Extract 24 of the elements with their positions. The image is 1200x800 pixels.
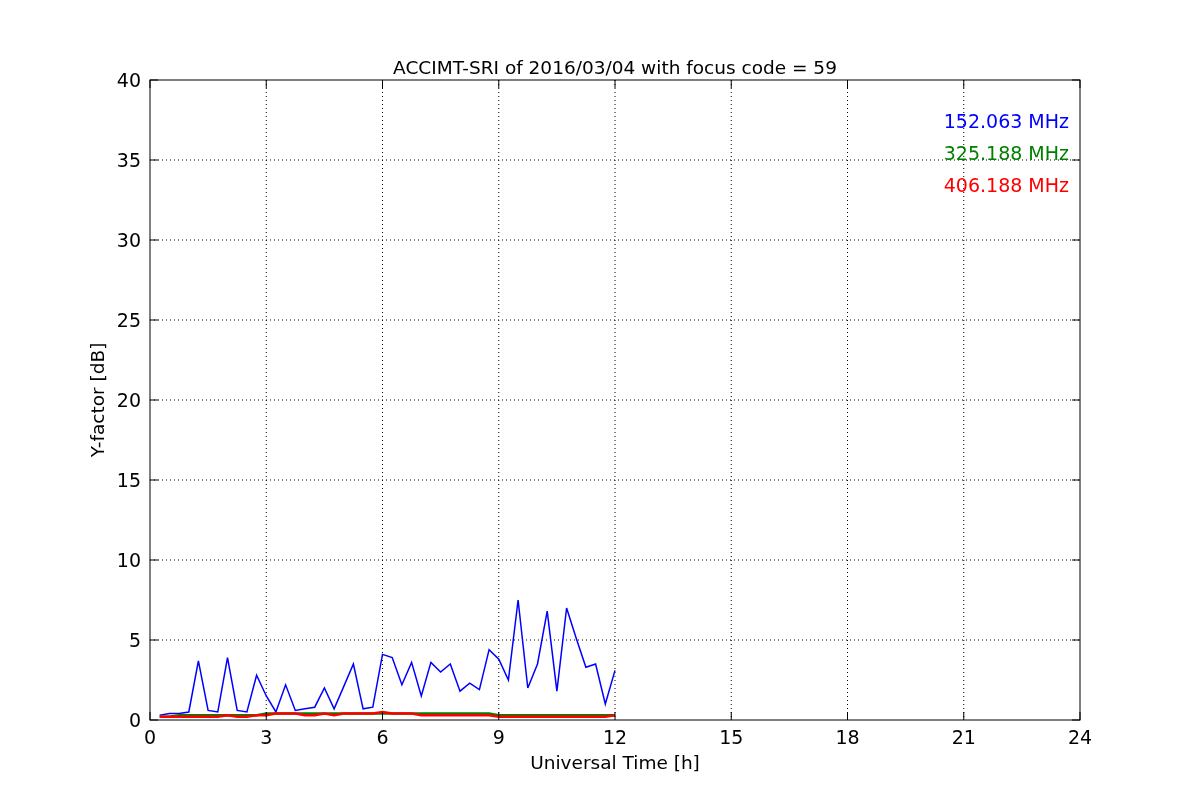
- y-tick-label: 0: [128, 709, 141, 731]
- y-tick-label: 35: [116, 149, 141, 171]
- x-tick-label: 24: [1067, 726, 1093, 748]
- x-tick-label: 21: [951, 726, 976, 748]
- legend-label: 406.188 MHz: [943, 174, 1069, 196]
- legend-label: 325.188 MHz: [943, 142, 1069, 164]
- y-tick-label: 10: [116, 549, 141, 571]
- y-tick-label: 20: [116, 389, 141, 411]
- x-tick-label: 18: [835, 726, 860, 748]
- x-tick-label: 0: [143, 726, 157, 748]
- y-axis-label: Y-factor [dB]: [87, 342, 108, 458]
- y-tick-label: 25: [116, 309, 141, 331]
- legend-label: 152.063 MHz: [943, 110, 1069, 132]
- y-tick-label: 30: [116, 229, 141, 251]
- x-axis-label: Universal Time [h]: [530, 752, 700, 773]
- x-tick-label: 3: [260, 726, 273, 748]
- y-tick-label: 15: [116, 469, 141, 491]
- x-tick-label: 6: [376, 726, 389, 748]
- x-tick-label: 9: [492, 726, 505, 748]
- x-tick-label: 12: [602, 726, 628, 748]
- x-tick-label: 15: [719, 726, 744, 748]
- chart-title: ACCIMT-SRI of 2016/03/04 with focus code = 59: [393, 57, 837, 78]
- y-tick-label: 5: [128, 629, 141, 651]
- y-tick-label: 40: [116, 69, 141, 91]
